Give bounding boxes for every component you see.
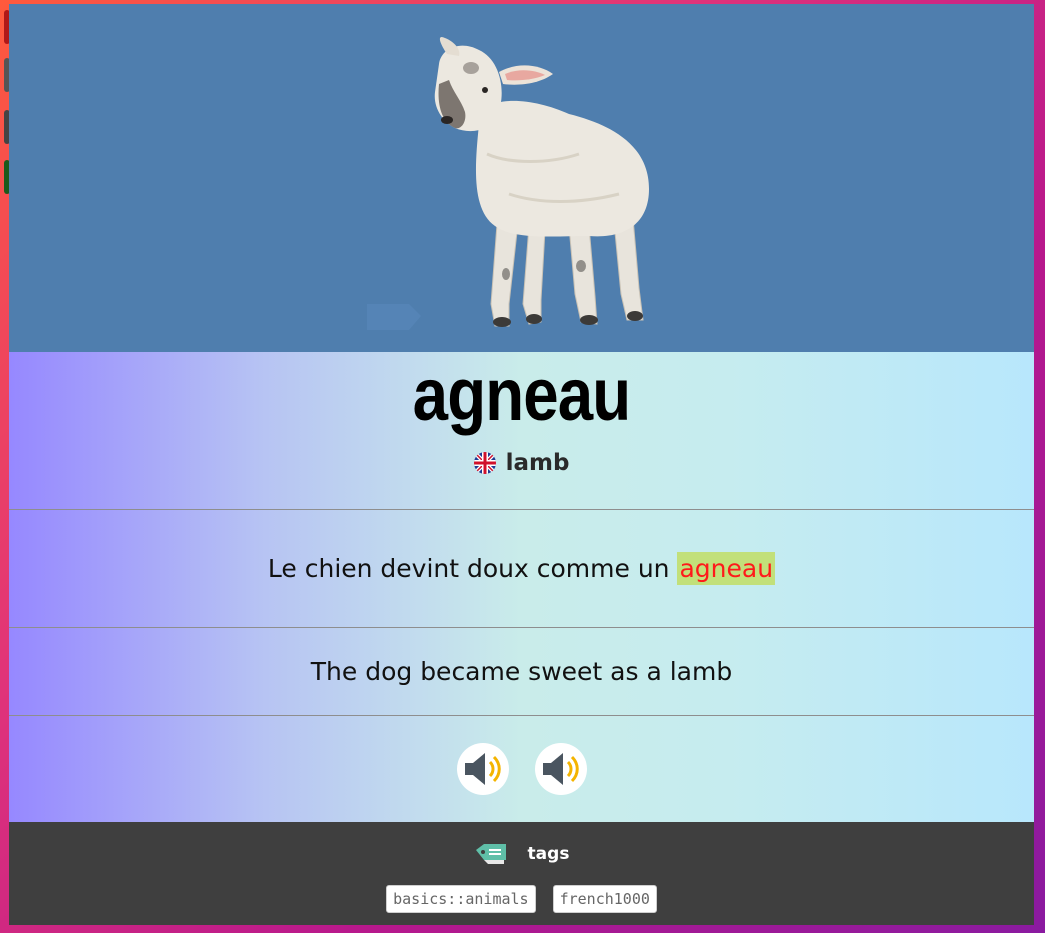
tag-list: basics::animals french1000: [9, 885, 1034, 913]
example-sentence-french: Le chien devint doux comme un agneau: [9, 510, 1034, 628]
card-content: agneau lamb Le chien devint doux comme u…: [9, 352, 1034, 822]
highlighted-word: agneau: [677, 552, 776, 585]
speaker-icon: [464, 753, 501, 785]
example-sentence-english: The dog became sweet as a lamb: [9, 628, 1034, 716]
speaker-icon: [542, 753, 579, 785]
tags-footer: tags basics::animals french1000: [9, 822, 1034, 925]
play-sentence-audio-button[interactable]: [534, 743, 587, 795]
sentence-french-text: Le chien devint doux comme un agneau: [267, 552, 776, 585]
card-image: [9, 4, 1034, 352]
play-word-audio-button[interactable]: [456, 743, 509, 795]
flashcard: agneau lamb Le chien devint doux comme u…: [9, 4, 1034, 925]
tag-item[interactable]: basics::animals: [386, 885, 536, 913]
word-section: agneau lamb: [9, 352, 1034, 510]
tag-item[interactable]: french1000: [552, 885, 657, 913]
translation-text: lamb: [505, 450, 570, 476]
uk-flag-icon: [473, 452, 496, 474]
translation-row: lamb: [9, 450, 1034, 476]
tags-header: tags: [9, 842, 1034, 866]
tag-icon: [475, 844, 506, 864]
lamb-illustration: [367, 36, 649, 330]
word-title: agneau: [412, 353, 632, 436]
audio-controls: [9, 716, 1034, 822]
tags-label: tags: [527, 844, 570, 864]
